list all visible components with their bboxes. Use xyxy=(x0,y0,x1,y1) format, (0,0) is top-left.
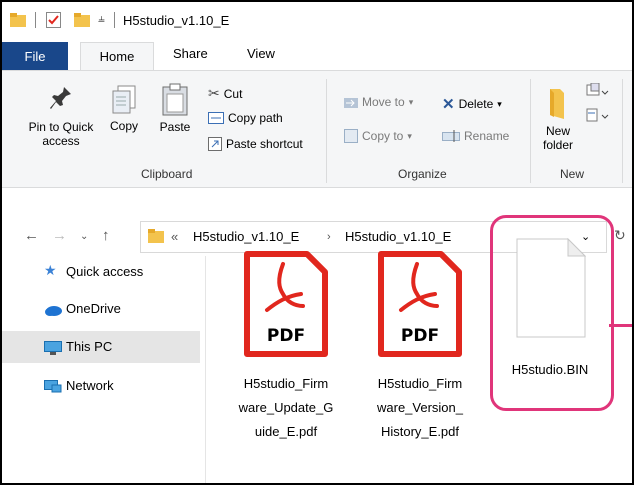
easy-access-icon[interactable] xyxy=(585,107,609,128)
highlight-connector xyxy=(609,324,632,327)
nav-item-label: OneDrive xyxy=(66,301,121,316)
breadcrumb-item[interactable]: H5studio_v1.10_E xyxy=(193,229,299,244)
customize-toolbar-icon[interactable]: ⫨ xyxy=(98,11,105,26)
file-name-line: ware_Version_ xyxy=(377,400,463,415)
new-group-label: New xyxy=(560,167,585,181)
rename-icon xyxy=(442,130,460,142)
folder-icon xyxy=(148,229,164,243)
computer-icon xyxy=(44,341,62,355)
scissors-icon: ✂ xyxy=(208,85,220,101)
dropdown-arrow-icon: ▾ xyxy=(408,96,414,107)
refresh-icon[interactable]: ↻ xyxy=(614,227,626,244)
new-folder-label: New folder xyxy=(542,124,574,152)
pin-label: Pin to Quick access xyxy=(28,120,94,148)
group-separator xyxy=(530,79,531,183)
nav-item-network[interactable]: Network xyxy=(2,370,200,402)
file-name-line: ware_Update_G xyxy=(238,400,334,415)
copy-path-label: Copy path xyxy=(228,111,283,125)
window-title: H5studio_v1.10_E xyxy=(123,13,230,28)
copy-icon xyxy=(112,85,136,114)
dropdown-arrow-icon: ▾ xyxy=(407,130,412,141)
nav-item-label: Network xyxy=(66,378,114,393)
file-name[interactable]: H5studio.BIN xyxy=(494,358,606,382)
title-bar: ⫨ H5studio_v1.10_E xyxy=(2,2,632,40)
nav-item-quick-access[interactable]: ★ Quick access xyxy=(2,256,200,288)
breadcrumb-overflow[interactable]: « xyxy=(171,229,178,244)
folder-icon xyxy=(10,13,26,27)
tab-share[interactable]: Share xyxy=(173,46,208,61)
delete-x-icon: ✕ xyxy=(442,96,455,113)
file-name-line: H5studio_Firm xyxy=(243,376,329,391)
paste-label: Paste xyxy=(159,120,191,134)
star-icon: ★ xyxy=(44,262,57,278)
paste-shortcut-label: Paste shortcut xyxy=(226,137,303,151)
back-arrow-icon[interactable]: ← xyxy=(24,227,39,244)
group-separator xyxy=(326,79,327,183)
dropdown-arrow-icon: ▾ xyxy=(497,98,502,109)
copy-to-label: Copy to xyxy=(362,129,404,143)
move-to-button[interactable]: Move to ▾ xyxy=(344,95,413,109)
network-icon xyxy=(44,380,62,393)
new-folder-icon xyxy=(550,89,564,119)
copy-path-button[interactable]: Copy path xyxy=(208,111,283,125)
breadcrumb-separator-icon: › xyxy=(327,231,331,243)
pin-to-quick-access-button[interactable]: Pin to Quick access xyxy=(22,85,100,148)
tab-file[interactable]: File xyxy=(2,42,68,70)
paste-shortcut-icon xyxy=(208,137,222,151)
rename-button[interactable]: Rename xyxy=(442,129,509,143)
blank-file-icon[interactable] xyxy=(516,237,587,343)
file-name-line: H5studio.BIN xyxy=(511,362,589,377)
copy-to-button[interactable]: Copy to ▾ xyxy=(344,129,412,143)
separator xyxy=(114,12,115,28)
nav-item-label: Quick access xyxy=(66,264,144,279)
pdf-badge-text: PDF xyxy=(266,326,306,346)
separator xyxy=(35,12,36,28)
pin-icon xyxy=(50,87,71,109)
up-arrow-icon[interactable]: ↑ xyxy=(102,227,110,244)
paste-shortcut-button[interactable]: Paste shortcut xyxy=(208,137,303,151)
copy-path-icon xyxy=(208,112,224,124)
properties-icon[interactable] xyxy=(46,12,61,28)
cut-button[interactable]: ✂ Cut xyxy=(208,85,242,102)
navigation-pane: ★ Quick access OneDrive This PC Network xyxy=(2,256,200,483)
clipboard-group-label: Clipboard xyxy=(141,167,193,181)
explorer-window: ⫨ H5studio_v1.10_E File Home Share View … xyxy=(0,0,634,485)
move-to-label: Move to xyxy=(362,95,405,109)
new-folder-button[interactable]: New folder xyxy=(536,85,580,152)
file-name-line: uide_E.pdf xyxy=(254,424,318,439)
copy-button[interactable]: Copy xyxy=(106,85,142,133)
new-folder-icon[interactable] xyxy=(74,13,90,27)
nav-item-label: This PC xyxy=(66,339,113,354)
pane-divider xyxy=(205,256,206,483)
group-separator xyxy=(622,79,623,183)
file-name[interactable]: H5studio_Firm ware_Update_G uide_E.pdf xyxy=(230,372,342,444)
nav-item-this-pc[interactable]: This PC xyxy=(2,331,200,363)
pdf-file-icon[interactable]: PDF xyxy=(243,250,329,363)
cut-label: Cut xyxy=(223,86,243,101)
paste-icon xyxy=(162,83,188,116)
copy-label: Copy xyxy=(109,119,138,133)
delete-button[interactable]: ✕ Delete ▾ xyxy=(442,95,502,113)
file-name-line: History_E.pdf xyxy=(380,424,460,439)
rename-label: Rename xyxy=(464,129,510,143)
delete-label: Delete xyxy=(458,97,494,111)
move-to-icon xyxy=(344,98,358,108)
copy-to-icon xyxy=(344,129,358,143)
cloud-icon xyxy=(45,306,62,316)
forward-arrow-icon[interactable]: → xyxy=(52,227,67,244)
ribbon-tabs: File Home Share View xyxy=(2,40,632,70)
paste-button[interactable]: Paste xyxy=(154,83,196,134)
tab-view[interactable]: View xyxy=(247,46,275,61)
breadcrumb-item[interactable]: H5studio_v1.10_E xyxy=(345,229,451,244)
file-name-line: H5studio_Firm xyxy=(377,376,463,391)
ribbon: Pin to Quick access Copy Paste ✂ Cut Cop… xyxy=(2,70,632,188)
file-name[interactable]: H5studio_Firm ware_Version_ History_E.pd… xyxy=(364,372,476,444)
nav-item-onedrive[interactable]: OneDrive xyxy=(2,293,200,325)
pdf-badge-text: PDF xyxy=(400,326,440,346)
organize-group-label: Organize xyxy=(398,167,447,181)
pdf-file-icon[interactable]: PDF xyxy=(377,250,463,363)
tab-home[interactable]: Home xyxy=(80,42,154,70)
new-item-icon[interactable] xyxy=(585,82,609,104)
recent-locations-icon[interactable]: ⌄ xyxy=(80,231,88,242)
